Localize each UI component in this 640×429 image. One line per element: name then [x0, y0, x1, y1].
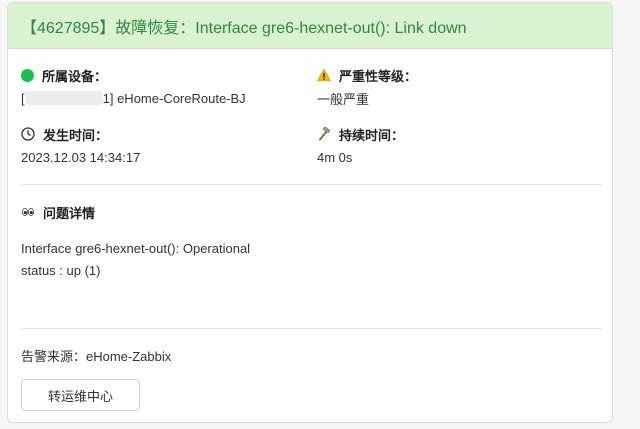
severity-label-row: 严重性等级：	[316, 66, 418, 84]
duration-value: 4m 0s	[317, 149, 353, 165]
details-section: 问题详情	[21, 203, 95, 221]
occurred-field: 发生时间： 2023.12.03 14:34:17	[21, 125, 140, 166]
occurred-value: 2023.12.03 14:34:17	[21, 149, 141, 165]
severity-field: 严重性等级： 一般严重	[316, 66, 418, 107]
device-value-prefix: [	[21, 90, 25, 106]
device-value-suffix: 1] eHome-CoreRoute-BJ	[102, 90, 246, 106]
eyes-icon	[21, 205, 35, 219]
duration-label-row: 持续时间：	[317, 125, 404, 143]
alert-source: 告警来源：eHome-Zabbix	[21, 349, 172, 364]
severity-label: 严重性等级：	[339, 68, 418, 84]
divider-bottom	[21, 328, 602, 329]
ops-center-button[interactable]: 转运维中心	[21, 379, 140, 411]
details-label: 问题详情	[43, 205, 96, 221]
clock-icon	[21, 127, 35, 141]
redacted-block	[25, 91, 102, 105]
details-line: status : up (1)	[21, 263, 101, 278]
occurred-label: 发生时间：	[43, 127, 109, 143]
duration-label: 持续时间：	[339, 127, 405, 143]
divider-top	[21, 184, 602, 185]
device-value: [ 1] eHome-CoreRoute-BJ	[21, 89, 246, 107]
device-label: 所属设备：	[42, 68, 108, 84]
hammer-icon	[317, 126, 331, 141]
alert-title: 【4627895】故障恢复：Interface gre6-hexnet-out(…	[21, 19, 467, 37]
details-line: Interface gre6-hexnet-out(): Operational	[21, 241, 251, 256]
warning-icon	[316, 68, 332, 82]
details-label-row: 问题详情	[21, 203, 95, 221]
device-label-row: 所属设备：	[21, 66, 246, 84]
alert-header: 【4627895】故障恢复：Interface gre6-hexnet-out(…	[8, 3, 612, 49]
device-field: 所属设备： [ 1] eHome-CoreRoute-BJ	[21, 66, 246, 107]
alert-card: 【4627895】故障恢复：Interface gre6-hexnet-out(…	[7, 2, 613, 423]
severity-value: 一般严重	[317, 91, 370, 107]
duration-field: 持续时间： 4m 0s	[317, 125, 404, 166]
occurred-label-row: 发生时间：	[21, 125, 140, 143]
details-body: Interface gre6-hexnet-out(): Operational…	[21, 238, 250, 282]
green-dot-icon	[21, 68, 34, 82]
